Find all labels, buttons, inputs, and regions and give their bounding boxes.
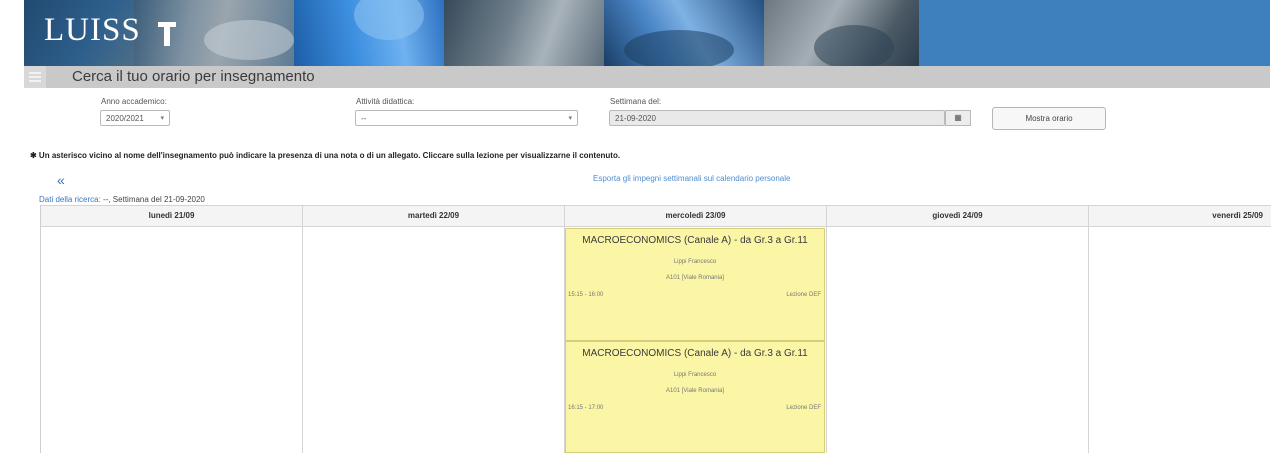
page-title: Cerca il tuo orario per insegnamento (72, 68, 315, 85)
banner-decoration (814, 25, 894, 66)
academic-year-label: Anno accademico: (101, 97, 167, 106)
academic-year-value: 2020/2021 (106, 114, 144, 123)
search-info-text: --, Settimana del 21-09-2020 (100, 195, 205, 204)
chevron-down-icon: ▾ (568, 115, 572, 122)
banner-decoration (204, 20, 294, 60)
export-calendar-link[interactable]: Esporta gli impegni settimanali sul cale… (593, 174, 790, 183)
week-value: 21-09-2020 (615, 114, 656, 123)
title-bar: Cerca il tuo orario per insegnamento (24, 66, 1270, 88)
day-header: martedì 22/09 (303, 205, 564, 227)
previous-week-button[interactable]: « (57, 172, 65, 188)
day-column-thursday: giovedì 24/09 (827, 205, 1089, 453)
day-column-monday: lunedì 21/09 (41, 205, 303, 453)
lesson-room: A101 [Viale Romania] (666, 275, 724, 281)
column-logo-icon (158, 22, 176, 46)
day-column-wednesday: mercoledì 23/09 MACROECONOMICS (Canale A… (565, 205, 827, 453)
lesson-type: Lezione DEF (786, 292, 821, 298)
day-header: venerdì 25/09 (1089, 205, 1271, 227)
day-header: giovedì 24/09 (827, 205, 1088, 227)
lesson-teacher: Lippi Francesco (673, 372, 717, 378)
lesson-room: A101 [Viale Romania] (666, 388, 724, 394)
lesson-teacher: Lippi Francesco (673, 259, 717, 265)
activity-label: Attività didattica: (356, 97, 415, 106)
lesson-title: MACROECONOMICS (Canale A) - da Gr.3 a Gr… (582, 348, 808, 359)
lesson-time: 15:15 - 16:00 (568, 292, 604, 298)
lesson-title: MACROECONOMICS (Canale A) - da Gr.3 a Gr… (582, 235, 808, 246)
calendar-icon[interactable]: ▦ (945, 110, 971, 126)
menu-button[interactable] (24, 66, 46, 88)
week-label: Settimana del: (610, 97, 662, 106)
search-data-link[interactable]: Dati della ricerca: (39, 195, 101, 204)
banner-decoration (624, 30, 734, 66)
day-header: lunedì 21/09 (41, 205, 302, 227)
banner-photo (444, 0, 604, 66)
chevron-down-icon: ▾ (160, 115, 164, 122)
luiss-logo[interactable]: LUISS (44, 12, 141, 49)
show-schedule-button[interactable]: Mostra orario (992, 107, 1106, 130)
lesson-block[interactable]: MACROECONOMICS (Canale A) - da Gr.3 a Gr… (565, 341, 825, 453)
lesson-time: 16:15 - 17:00 (568, 405, 604, 411)
week-date-input[interactable]: 21-09-2020 (609, 110, 945, 126)
banner-fill (919, 0, 1270, 66)
day-column-friday: venerdì 25/09 (1089, 205, 1271, 453)
activity-select[interactable]: -- ▾ (355, 110, 578, 126)
lesson-block[interactable]: MACROECONOMICS (Canale A) - da Gr.3 a Gr… (565, 228, 825, 341)
day-header: mercoledì 23/09 (565, 205, 826, 227)
header-banner: LUISS (24, 0, 1270, 66)
academic-year-select[interactable]: 2020/2021 ▾ (100, 110, 170, 126)
search-info: Dati della ricerca: --, Settimana del 21… (39, 195, 205, 204)
lesson-type: Lezione DEF (786, 405, 821, 411)
asterisk-note: ✱ Un asterisco vicino al nome dell'inseg… (30, 151, 621, 160)
day-column-tuesday: martedì 22/09 (303, 205, 565, 453)
weekly-calendar: lunedì 21/09 martedì 22/09 mercoledì 23/… (40, 205, 1271, 453)
activity-value: -- (361, 114, 367, 123)
